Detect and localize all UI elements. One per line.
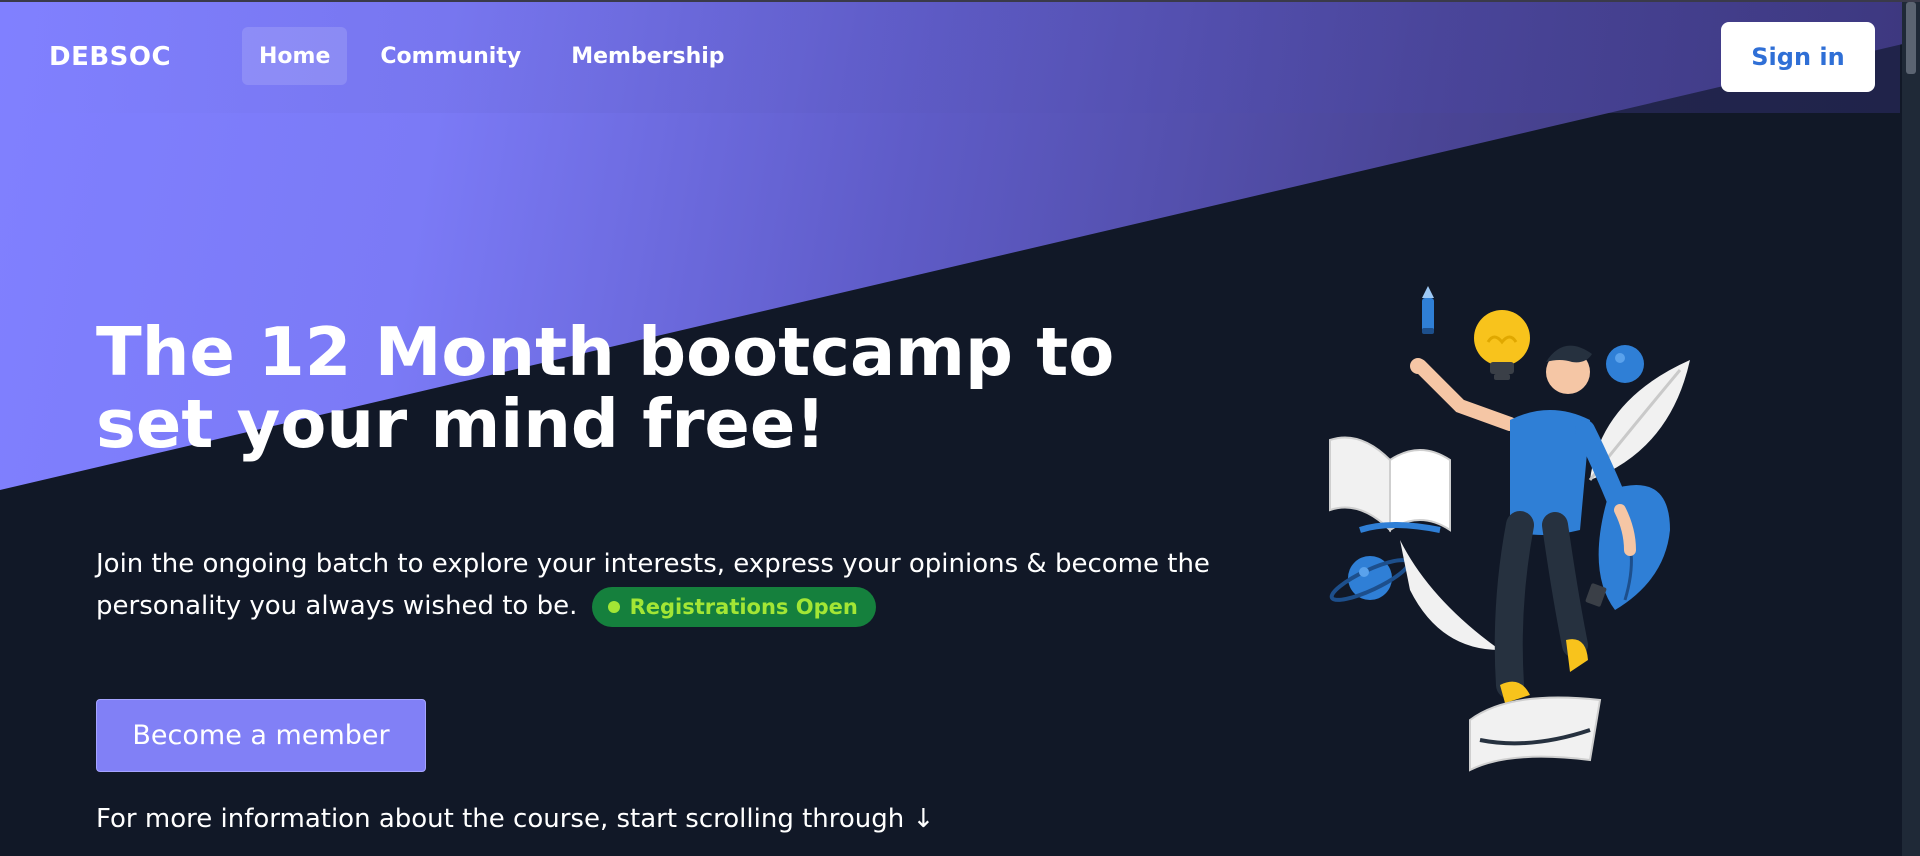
hero-subtitle-block: Join the ongoing batch to explore your i…	[96, 543, 1216, 627]
pencil-icon	[1422, 286, 1434, 334]
nav-item-home[interactable]: Home	[242, 27, 348, 85]
vertical-scrollbar[interactable]	[1902, 2, 1920, 856]
hero-illustration	[1329, 286, 1690, 772]
hero-title: The 12 Month bootcamp to set your mind f…	[96, 313, 1115, 463]
status-dot-icon	[607, 600, 620, 613]
site-header: DEBSOC Home Community Membership Sign in	[0, 2, 1900, 113]
nav-item-membership[interactable]: Membership	[554, 27, 741, 85]
book-icon	[1329, 436, 1451, 533]
lightbulb-icon	[1474, 310, 1530, 380]
site-logo[interactable]: DEBSOC	[49, 42, 171, 72]
more-info-text: For more information about the course, s…	[96, 804, 935, 834]
nav-item-community[interactable]: Community	[363, 27, 538, 85]
page: DEBSOC Home Community Membership Sign in…	[0, 0, 1920, 856]
main-nav: Home Community Membership	[242, 27, 742, 85]
become-member-button[interactable]: Become a member	[96, 699, 426, 772]
sign-in-button[interactable]: Sign in	[1721, 22, 1875, 92]
registrations-badge-label: Registrations Open	[629, 594, 858, 619]
registrations-badge: Registrations Open	[591, 586, 876, 627]
planet-icon	[1329, 556, 1411, 602]
ball-icon	[1606, 345, 1644, 383]
scrollbar-thumb[interactable]	[1906, 2, 1916, 74]
